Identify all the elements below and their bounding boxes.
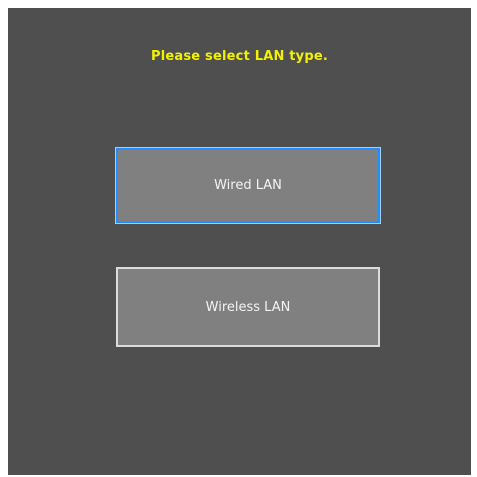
wired-lan-button[interactable]: Wired LAN — [115, 147, 381, 224]
wired-lan-label: Wired LAN — [214, 178, 282, 193]
lan-type-panel: Please select LAN type. Wired LAN Wirele… — [8, 8, 471, 475]
wireless-lan-label: Wireless LAN — [205, 299, 291, 315]
dialog-title: Please select LAN type. — [150, 49, 329, 64]
wireless-lan-button[interactable]: Wireless LAN — [116, 267, 380, 347]
